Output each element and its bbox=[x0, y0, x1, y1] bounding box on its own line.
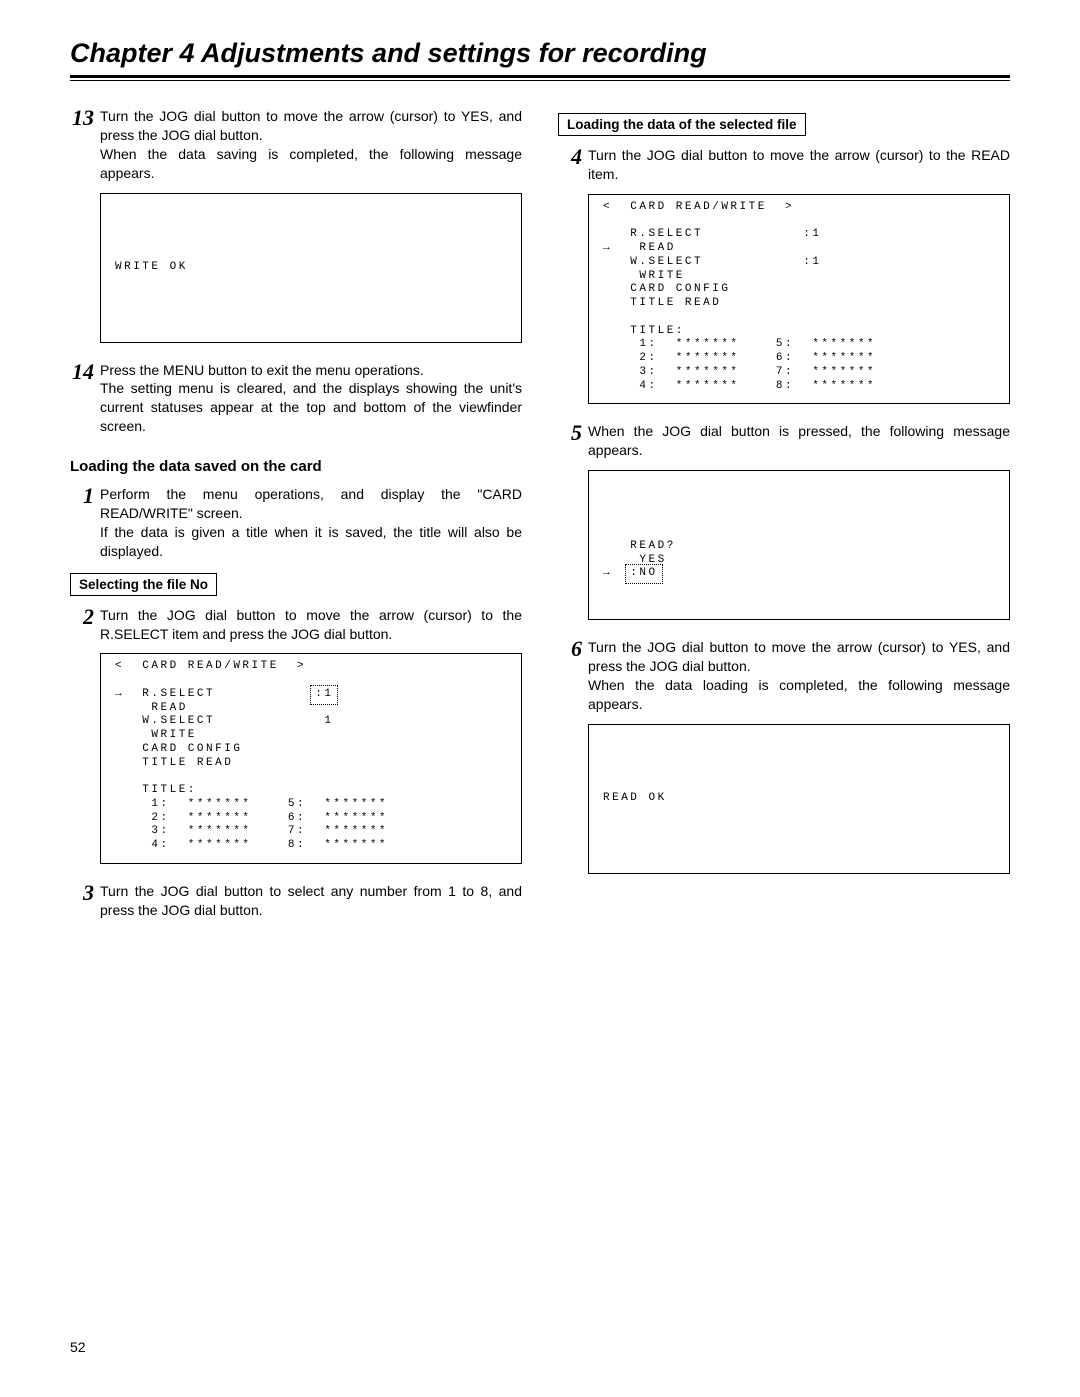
screen-text: READ? YES → :NO bbox=[603, 540, 995, 581]
content-columns: 13 Turn the JOG dial button to move the … bbox=[70, 107, 1010, 926]
step-body: Turn the JOG dial button to move the arr… bbox=[100, 107, 522, 183]
screen-line: 4: ******* 8: ******* bbox=[115, 839, 388, 851]
screen-line: TITLE READ bbox=[603, 297, 721, 309]
screen-line: 1: ******* 5: ******* bbox=[115, 798, 388, 810]
screen-line: 3: ******* 7: ******* bbox=[603, 366, 876, 378]
step-para: Perform the menu operations, and display… bbox=[100, 486, 522, 521]
step-number: 6 bbox=[558, 638, 588, 714]
step-5: 5 When the JOG dial button is pressed, t… bbox=[558, 422, 1010, 460]
screen-line: 2: ******* 6: ******* bbox=[115, 812, 388, 824]
screen-text: < CARD READ/WRITE > → R.SELECT :1 READ W… bbox=[115, 660, 507, 853]
screen-read-confirm: READ? YES → :NO bbox=[588, 470, 1010, 620]
screen-text: WRITE OK bbox=[115, 261, 507, 275]
box-selecting-file-no: Selecting the file No bbox=[70, 573, 217, 596]
heading-load-card: Loading the data saved on the card bbox=[70, 458, 522, 475]
step-body: Press the MENU button to exit the menu o… bbox=[100, 361, 522, 437]
screen-line: R.SELECT :1 bbox=[603, 228, 821, 240]
screen-line: 3: ******* 7: ******* bbox=[115, 825, 388, 837]
screen-line: TITLE: bbox=[603, 325, 685, 337]
screen-text: < CARD READ/WRITE > R.SELECT :1 → READ W… bbox=[603, 201, 995, 394]
screen-line: WRITE bbox=[115, 729, 197, 741]
step-body: Turn the JOG dial button to select any n… bbox=[100, 882, 522, 920]
step-para: If the data is given a title when it is … bbox=[100, 524, 522, 559]
screen-card-rw-read: < CARD READ/WRITE > R.SELECT :1 → READ W… bbox=[588, 194, 1010, 405]
screen-line: 2: ******* 6: ******* bbox=[603, 352, 876, 364]
step-3: 3 Turn the JOG dial button to select any… bbox=[70, 882, 522, 920]
step-6: 6 Turn the JOG dial button to move the a… bbox=[558, 638, 1010, 714]
screen-line: TITLE: bbox=[115, 784, 197, 796]
screen-line: → READ bbox=[603, 242, 676, 254]
screen-line: 4: ******* 8: ******* bbox=[603, 380, 876, 392]
step-13: 13 Turn the JOG dial button to move the … bbox=[70, 107, 522, 183]
screen-header: < CARD READ/WRITE > bbox=[603, 201, 794, 213]
step-para: When the data loading is completed, the … bbox=[588, 677, 1010, 712]
step-number: 4 bbox=[558, 146, 588, 184]
chapter-title: Chapter 4 Adjustments and settings for r… bbox=[70, 38, 1010, 69]
right-column: Loading the data of the selected file 4 … bbox=[558, 107, 1010, 926]
step-number: 5 bbox=[558, 422, 588, 460]
step-number: 14 bbox=[70, 361, 100, 437]
step-1: 1 Perform the menu operations, and displ… bbox=[70, 485, 522, 561]
step-14: 14 Press the MENU button to exit the men… bbox=[70, 361, 522, 437]
step-body: Turn the JOG dial button to move the arr… bbox=[588, 146, 1010, 184]
left-column: 13 Turn the JOG dial button to move the … bbox=[70, 107, 522, 926]
page: Chapter 4 Adjustments and settings for r… bbox=[0, 0, 1080, 1397]
step-para: Turn the JOG dial button to move the arr… bbox=[100, 108, 522, 143]
screen-card-rw-rselect: < CARD READ/WRITE > → R.SELECT :1 READ W… bbox=[100, 653, 522, 864]
step-number: 2 bbox=[70, 606, 100, 644]
step-body: Turn the JOG dial button to move the arr… bbox=[588, 638, 1010, 714]
screen-line: W.SELECT :1 bbox=[603, 256, 821, 268]
step-2: 2 Turn the JOG dial button to move the a… bbox=[70, 606, 522, 644]
step-para: When the data saving is completed, the f… bbox=[100, 146, 522, 181]
screen-line: READ bbox=[115, 702, 188, 714]
screen-line: CARD CONFIG bbox=[603, 283, 730, 295]
step-para: Turn the JOG dial button to move the arr… bbox=[588, 639, 1010, 674]
screen-read-ok: READ OK bbox=[588, 724, 1010, 874]
step-body: Turn the JOG dial button to move the arr… bbox=[100, 606, 522, 644]
screen-line: → :NO bbox=[603, 567, 658, 579]
screen-text: READ OK bbox=[603, 792, 995, 806]
screen-line: WRITE bbox=[603, 270, 685, 282]
screen-line: W.SELECT 1 bbox=[115, 715, 333, 727]
step-number: 13 bbox=[70, 107, 100, 183]
screen-line: 1: ******* 5: ******* bbox=[603, 338, 876, 350]
page-number: 52 bbox=[70, 1339, 86, 1355]
screen-line: TITLE READ bbox=[115, 757, 233, 769]
screen-header: < CARD READ/WRITE > bbox=[115, 660, 306, 672]
screen-line: READ? bbox=[603, 540, 676, 552]
screen-line: → R.SELECT :1 bbox=[115, 688, 333, 700]
step-body: When the JOG dial button is pressed, the… bbox=[588, 422, 1010, 460]
box-loading-selected-file: Loading the data of the selected file bbox=[558, 113, 806, 136]
step-number: 3 bbox=[70, 882, 100, 920]
title-rule bbox=[70, 75, 1010, 81]
screen-line: CARD CONFIG bbox=[115, 743, 242, 755]
step-4: 4 Turn the JOG dial button to move the a… bbox=[558, 146, 1010, 184]
screen-write-ok: WRITE OK bbox=[100, 193, 522, 343]
step-body: Perform the menu operations, and display… bbox=[100, 485, 522, 561]
step-number: 1 bbox=[70, 485, 100, 561]
